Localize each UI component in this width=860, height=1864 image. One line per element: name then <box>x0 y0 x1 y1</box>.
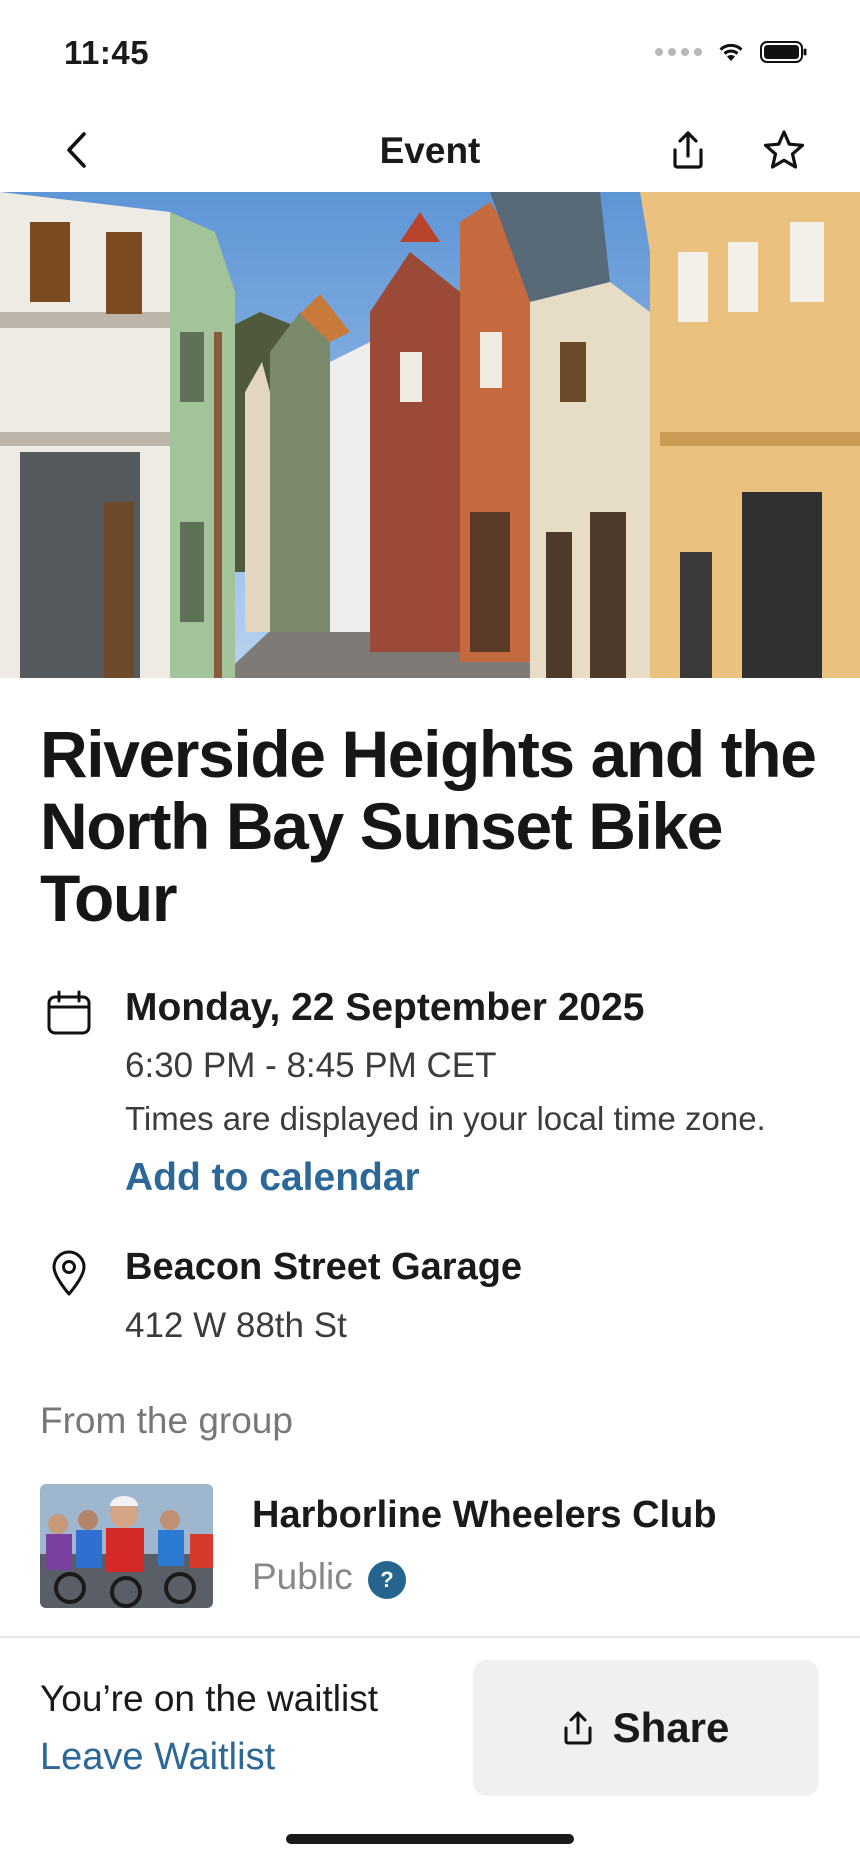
street-photo-image <box>0 192 860 678</box>
bottom-action-bar: You’re on the waitlist Leave Waitlist Sh… <box>0 1636 860 1864</box>
timezone-note: Times are displayed in your local time z… <box>125 1100 766 1137</box>
status-time: 11:45 <box>64 34 150 71</box>
signal-dots-icon <box>655 48 702 56</box>
home-indicator[interactable] <box>286 1834 574 1844</box>
share-icon <box>673 131 703 169</box>
event-hero-image <box>0 192 860 678</box>
add-to-calendar-link[interactable]: Add to calendar <box>125 1156 420 1200</box>
share-event-button[interactable] <box>666 126 710 174</box>
share-button-label: Share <box>612 1704 730 1751</box>
event-title: Riverside Heights and the North Bay Suns… <box>40 717 817 935</box>
venue-name: Beacon Street Garage <box>125 1246 523 1288</box>
battery-icon <box>760 41 807 63</box>
waitlist-status: You’re on the waitlist <box>40 1678 379 1719</box>
star-icon <box>763 130 805 169</box>
wifi-icon <box>719 43 743 61</box>
share-icon <box>564 1711 592 1745</box>
event-date: Monday, 22 September 2025 <box>125 986 645 1029</box>
venue-address: 412 W 88th St <box>125 1306 347 1345</box>
group-section-heading: From the group <box>40 1400 293 1441</box>
event-time-range: 6:30 PM - 8:45 PM CET <box>125 1046 497 1085</box>
share-button[interactable]: Share <box>473 1660 819 1796</box>
calendar-icon <box>44 988 94 1038</box>
nav-bar: Event <box>0 108 860 192</box>
status-icons <box>655 40 808 64</box>
location-pin-icon <box>44 1248 94 1298</box>
group-name[interactable]: Harborline Wheelers Club <box>252 1494 717 1537</box>
favorite-button[interactable] <box>760 126 808 174</box>
privacy-help-icon[interactable]: ? <box>368 1561 406 1599</box>
group-privacy-label: Public <box>252 1556 353 1597</box>
page-title: Event <box>379 130 481 171</box>
status-bar: 11:45 <box>0 0 860 108</box>
group-photo[interactable] <box>40 1484 213 1608</box>
leave-waitlist-link[interactable]: Leave Waitlist <box>40 1736 275 1779</box>
